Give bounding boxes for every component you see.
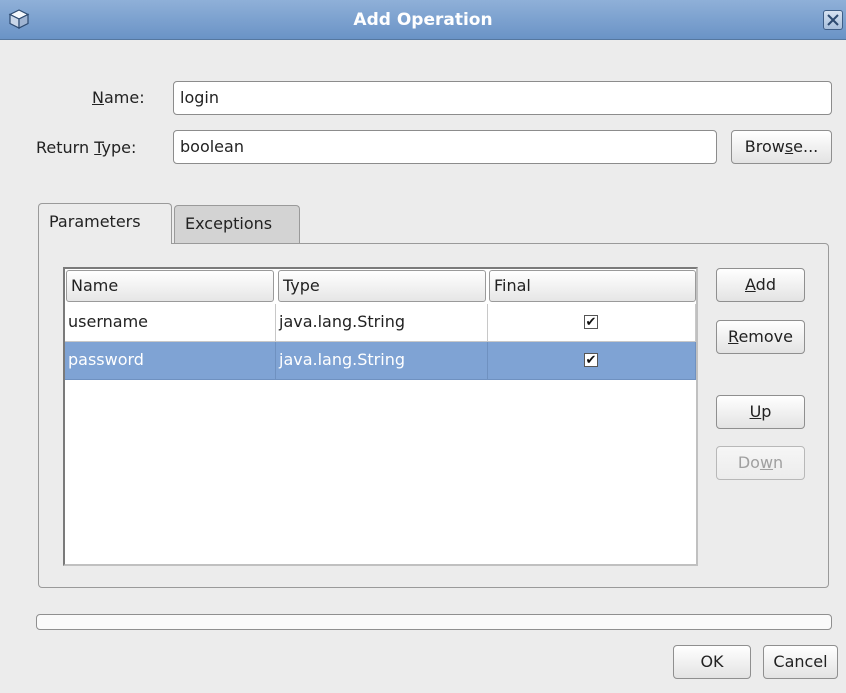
return-type-label: Return Type: [36, 138, 137, 157]
cube-icon [8, 8, 30, 30]
cancel-button[interactable]: Cancel [763, 645, 838, 679]
final-checkbox[interactable]: ✔ [584, 353, 598, 368]
ok-button[interactable]: OK [673, 645, 751, 679]
table-row[interactable]: username java.lang.String ✔ [65, 304, 696, 342]
name-field[interactable]: login [173, 81, 832, 115]
window-title: Add Operation [353, 10, 493, 30]
cell-name[interactable]: password [65, 342, 276, 380]
column-header-final[interactable]: Final [489, 270, 696, 302]
close-button[interactable] [823, 10, 843, 30]
progress-bar [36, 614, 832, 630]
name-label: Name: [92, 88, 145, 107]
tab-parameters[interactable]: Parameters [38, 203, 172, 244]
name-label-rest: ame: [103, 88, 145, 107]
cell-name[interactable]: username [65, 304, 276, 342]
add-button[interactable]: Add [716, 268, 805, 302]
return-type-field[interactable]: boolean [173, 130, 717, 164]
up-button[interactable]: Up [716, 395, 805, 429]
down-button[interactable]: Down [716, 446, 805, 480]
cell-type[interactable]: java.lang.String [276, 304, 488, 342]
cell-type[interactable]: java.lang.String [276, 342, 488, 380]
final-checkbox[interactable]: ✔ [584, 315, 598, 330]
browse-button[interactable]: Browse... [731, 130, 832, 164]
table-row-selected[interactable]: password java.lang.String ✔ [65, 342, 696, 380]
remove-button[interactable]: Remove [716, 320, 805, 354]
cell-final[interactable]: ✔ [488, 304, 696, 342]
column-header-type[interactable]: Type [278, 270, 486, 302]
column-header-name[interactable]: Name [66, 270, 274, 302]
cell-final[interactable]: ✔ [488, 342, 696, 380]
tab-exceptions[interactable]: Exceptions [174, 205, 300, 243]
close-icon [827, 14, 839, 26]
